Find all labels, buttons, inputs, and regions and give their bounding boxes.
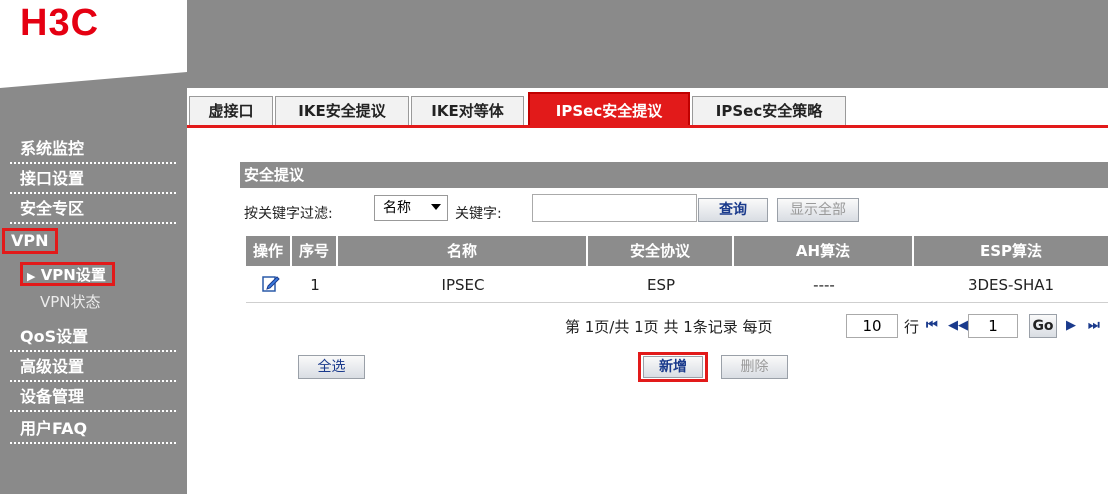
section-title: 安全提议 [240, 162, 1108, 188]
sidebar-item-interface-settings[interactable]: 接口设置 [0, 164, 176, 194]
table-cell-protocol: ESP [646, 276, 676, 294]
tab-ipsec-proposal[interactable]: IPSec安全提议 [528, 92, 690, 128]
go-button[interactable]: Go [1029, 314, 1057, 338]
sidebar-item-security-zone[interactable]: 安全专区 [0, 194, 176, 224]
prev-page-icon[interactable]: ◀◀ [948, 318, 968, 333]
sidebar-subitem-vpn-settings[interactable]: ▶ VPN设置 [20, 262, 115, 286]
table-cell-index: 1 [310, 276, 320, 294]
show-all-button[interactable]: 显示全部 [777, 198, 859, 222]
table-cell-ah: ---- [813, 276, 835, 294]
sidebar-item-qos-settings[interactable]: QoS设置 [0, 322, 176, 352]
column-header-name: 名称 [338, 236, 588, 266]
pager-summary: 第 1页/共 1页 共 1条记录 每页 [565, 318, 773, 336]
table-row-divider [246, 302, 1108, 303]
column-header-index: 序号 [292, 236, 338, 266]
edit-icon[interactable] [262, 274, 280, 292]
caret-down-icon [431, 204, 441, 210]
last-page-icon[interactable]: ⏭ [1088, 318, 1100, 333]
tab-ike-proposal[interactable]: IKE安全提议 [275, 96, 409, 126]
keyword-input[interactable] [532, 194, 697, 222]
sidebar-subitem-vpn-status[interactable]: VPN状态 [40, 292, 101, 316]
h3c-logo: H3C [20, 2, 100, 44]
query-button[interactable]: 查询 [698, 198, 768, 222]
tab-virtual-interface[interactable]: 虚接口 [189, 96, 273, 126]
sidebar-item-vpn[interactable]: VPN [0, 226, 176, 256]
next-page-icon[interactable]: ▶ [1066, 318, 1076, 333]
sidebar-subitem-vpn-settings-label: VPN设置 [40, 266, 106, 284]
sidebar-item-vpn-label: VPN [2, 228, 58, 254]
select-all-button[interactable]: 全选 [298, 355, 365, 379]
tab-ike-peer[interactable]: IKE对等体 [411, 96, 524, 126]
keyword-label: 关键字: [455, 206, 502, 222]
delete-button[interactable]: 删除 [721, 355, 788, 379]
add-button[interactable]: 新增 [643, 356, 703, 378]
column-header-esp: ESP算法 [914, 236, 1108, 266]
table-cell-esp: 3DES-SHA1 [967, 276, 1055, 294]
top-header [187, 0, 1108, 92]
column-header-ah: AH算法 [734, 236, 914, 266]
tab-underline [187, 125, 1108, 128]
tab-ipsec-policy[interactable]: IPSec安全策略 [692, 96, 846, 126]
page-size-unit-label: 行 [904, 318, 920, 336]
sidebar-item-device-management[interactable]: 设备管理 [0, 382, 176, 412]
sidebar-item-system-monitor[interactable]: 系统监控 [0, 134, 176, 164]
column-header-action: 操作 [246, 236, 292, 266]
column-header-protocol: 安全协议 [588, 236, 734, 266]
filter-label: 按关键字过滤: [244, 206, 333, 222]
filter-field-select[interactable]: 名称 [374, 195, 448, 221]
first-page-icon[interactable]: ⏮ [926, 318, 938, 333]
sidebar-item-advanced-settings[interactable]: 高级设置 [0, 352, 176, 382]
table-cell-name: IPSEC [441, 276, 485, 294]
filter-select-value: 名称 [383, 200, 411, 216]
page-size-input[interactable]: 10 [846, 314, 898, 338]
sidebar-item-user-faq[interactable]: 用户FAQ [0, 414, 176, 444]
arrow-right-icon: ▶ [27, 270, 36, 283]
page-number-input[interactable]: 1 [968, 314, 1018, 338]
